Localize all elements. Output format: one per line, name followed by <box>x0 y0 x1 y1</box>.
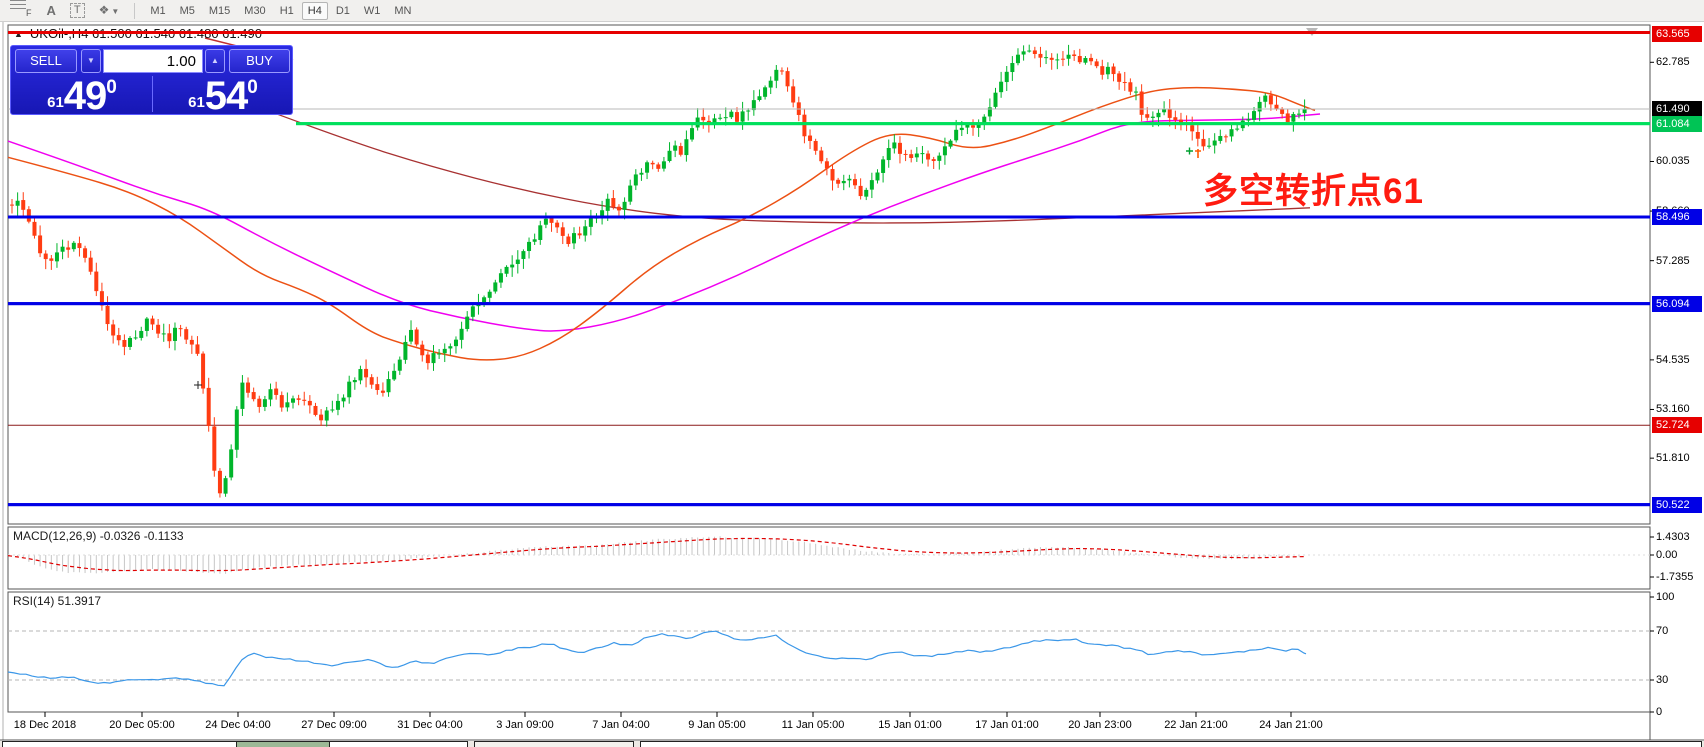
price-badge: 56.094 <box>1652 296 1702 312</box>
price-tick-label: 53.160 <box>1656 402 1690 416</box>
price-badge: 52.724 <box>1652 417 1702 433</box>
rsi-header: RSI(14) 51.3917 <box>13 594 101 608</box>
price-tick-label: 57.285 <box>1656 254 1690 268</box>
timeframe-button-mn[interactable]: MN <box>388 2 417 20</box>
sell-price-sup: 0 <box>106 77 117 98</box>
fibonacci-tool-icon[interactable]: F <box>10 0 33 23</box>
time-axis-label: 20 Dec 05:00 <box>97 719 187 731</box>
label-tool-icon[interactable]: T <box>70 3 85 18</box>
price-badge: 63.565 <box>1652 26 1702 42</box>
price-badge: 61.084 <box>1652 116 1702 132</box>
time-axis-label: 3 Jan 09:00 <box>480 719 570 731</box>
macd-scale-label: 0.00 <box>1656 548 1677 562</box>
shapes-tool-icon[interactable]: ❖▼ <box>99 0 120 22</box>
price-tick-label: 60.035 <box>1656 154 1690 168</box>
time-axis-label: 22 Jan 21:00 <box>1151 719 1241 731</box>
volume-increase-button[interactable]: ▲ <box>205 49 225 73</box>
chart-tab-active[interactable] <box>236 741 330 747</box>
buy-price[interactable]: 61540 <box>154 74 292 114</box>
timeframe-button-w1[interactable]: W1 <box>358 2 387 20</box>
price-badge: 61.490 <box>1652 101 1702 117</box>
price-tick-label: 51.810 <box>1656 451 1690 465</box>
price-tick-label: 54.535 <box>1656 353 1690 367</box>
buy-price-big: 54 <box>205 74 248 118</box>
timeframe-button-h1[interactable]: H1 <box>274 2 300 20</box>
chevron-down-icon: ▼ <box>111 7 119 16</box>
volume-input[interactable] <box>103 49 203 73</box>
price-tick-label: 62.785 <box>1656 55 1690 69</box>
bottom-tabs-strip <box>0 741 1704 747</box>
resistance-line-63565[interactable] <box>8 31 1650 34</box>
rsi-scale-label: 0 <box>1656 705 1662 719</box>
macd-scale-label: -1.7355 <box>1656 570 1693 584</box>
mt4-chart-window: F A T ❖▼ M1M5M15M30H1H4D1W1MN ▲UKOil-,H4… <box>0 0 1704 747</box>
timeframe-button-d1[interactable]: D1 <box>330 2 356 20</box>
macd-header: MACD(12,26,9) -0.0326 -0.1133 <box>13 529 184 543</box>
buy-price-prefix: 61 <box>188 94 205 111</box>
timeframe-buttons: M1M5M15M30H1H4D1W1MN <box>143 2 418 20</box>
sell-button[interactable]: SELL <box>15 49 77 73</box>
time-axis-label: 18 Dec 2018 <box>0 719 90 731</box>
time-axis-label: 24 Dec 04:00 <box>193 719 283 731</box>
time-axis-label: 17 Jan 01:00 <box>962 719 1052 731</box>
macd-scale-label: 1.4303 <box>1656 530 1690 544</box>
rsi-scale-label: 70 <box>1656 624 1668 638</box>
rsi-scale-label: 100 <box>1656 590 1674 604</box>
timeframe-button-m1[interactable]: M1 <box>144 2 171 20</box>
timeframe-button-m15[interactable]: M15 <box>203 2 236 20</box>
rsi-scale-label: 30 <box>1656 673 1668 687</box>
buy-price-sup: 0 <box>247 77 258 98</box>
buy-button[interactable]: BUY <box>229 49 290 73</box>
text-tool-icon[interactable]: A <box>47 1 56 21</box>
price-badge: 58.496 <box>1652 209 1702 225</box>
price-divider <box>152 76 153 112</box>
time-axis-label: 7 Jan 04:00 <box>576 719 666 731</box>
timeframe-button-m5[interactable]: M5 <box>174 2 201 20</box>
time-axis-label: 9 Jan 05:00 <box>672 719 762 731</box>
volume-decrease-button[interactable]: ▼ <box>81 49 101 73</box>
sell-price-prefix: 61 <box>47 94 64 111</box>
sell-price[interactable]: 61490 <box>13 74 151 114</box>
chart-tab[interactable] <box>474 741 634 747</box>
chart-annotation: 多空转折点61 <box>1203 163 1424 214</box>
toolbar-separator <box>134 3 135 19</box>
sell-price-big: 49 <box>64 74 107 118</box>
timeframe-button-h4[interactable]: H4 <box>302 2 328 20</box>
price-badge: 50.522 <box>1652 497 1702 513</box>
time-axis-label: 20 Jan 23:00 <box>1055 719 1145 731</box>
chart-tab[interactable] <box>640 741 1702 747</box>
chart-tab[interactable] <box>2 741 468 747</box>
timeframe-button-m30[interactable]: M30 <box>238 2 271 20</box>
time-axis-label: 27 Dec 09:00 <box>289 719 379 731</box>
time-axis-label: 24 Jan 21:00 <box>1246 719 1336 731</box>
time-axis-label: 11 Jan 05:00 <box>768 719 858 731</box>
one-click-trade-panel: SELL ▼ ▲ BUY 61490 61540 <box>10 45 293 115</box>
toolbar: F A T ❖▼ M1M5M15M30H1H4D1W1MN <box>0 0 1704 22</box>
time-axis-label: 15 Jan 01:00 <box>865 719 955 731</box>
time-axis-label: 31 Dec 04:00 <box>385 719 475 731</box>
